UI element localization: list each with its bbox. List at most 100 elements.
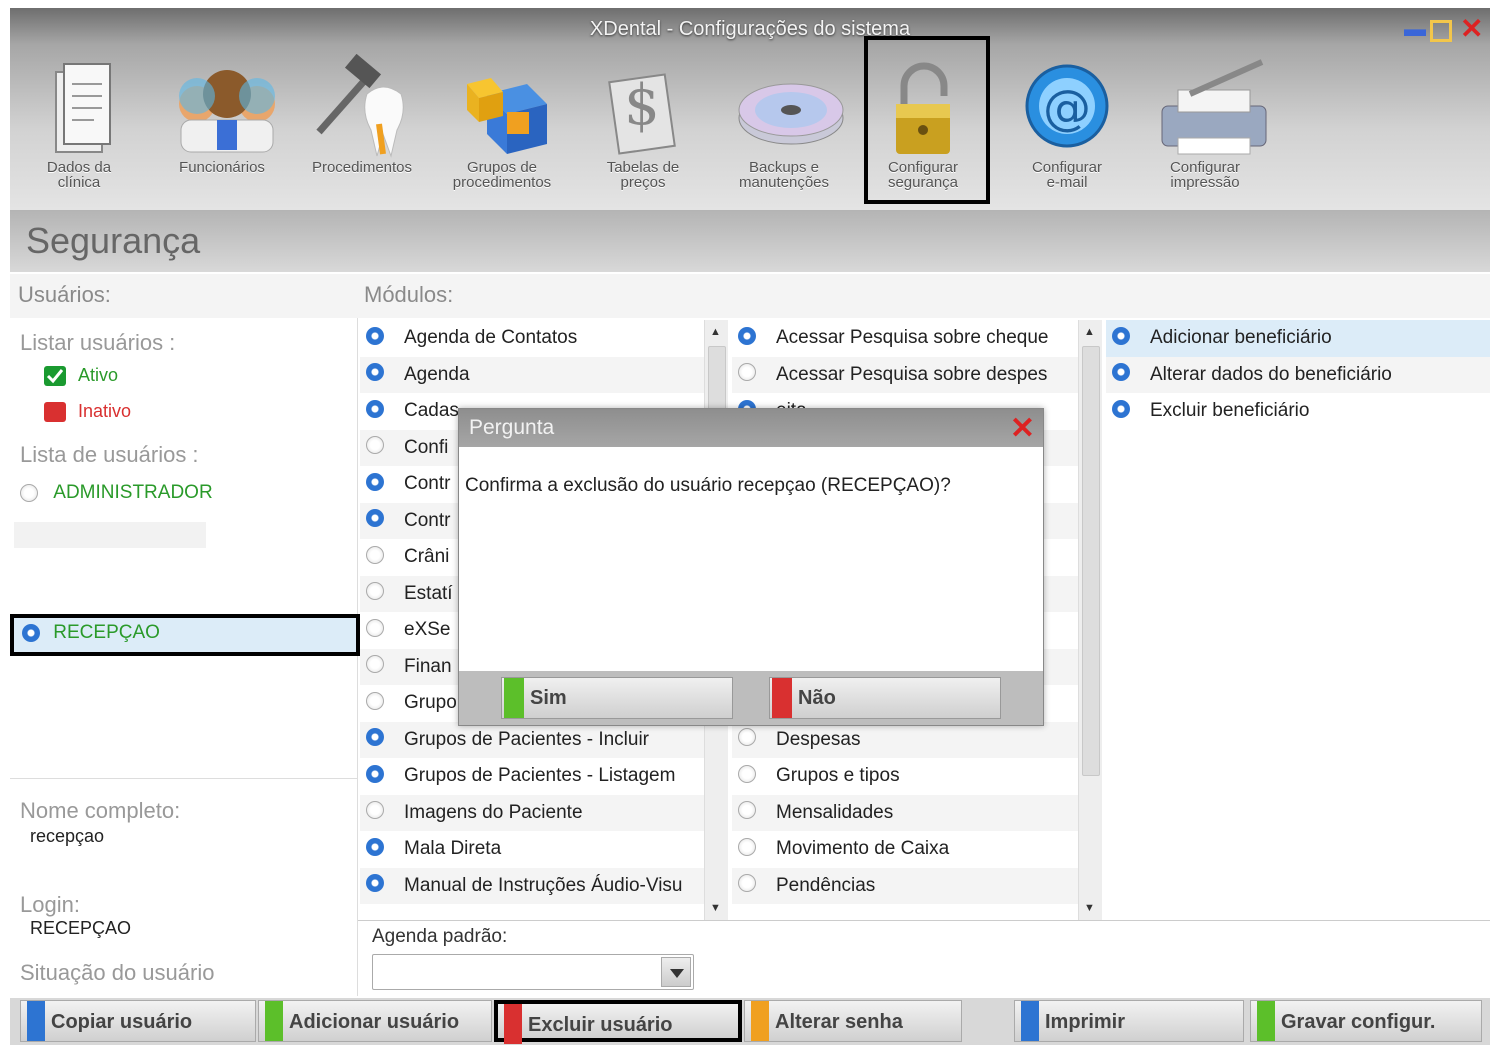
tool-label: Backups e manutenções (738, 159, 830, 191)
module-label: Agenda (404, 363, 470, 385)
agenda-label: Agenda padrão: (372, 926, 508, 947)
module-label: Acessar Pesquisa sobre cheque (776, 327, 1049, 348)
module-row[interactable]: Imagens do Paciente (360, 794, 704, 831)
radio-selected-icon (366, 326, 384, 345)
radio-selected-icon (1112, 399, 1130, 418)
print-button[interactable]: Imprimir (1014, 1000, 1244, 1042)
tool-configurar-email[interactable]: @ Configurar e-mail (1012, 54, 1122, 200)
close-icon[interactable]: ✕ (1010, 411, 1035, 446)
modules-list-3[interactable]: Adicionar beneficiário Alterar dados do b… (1106, 320, 1490, 920)
disc-icon (729, 54, 844, 160)
users-list-label: Lista de usuários : (20, 442, 199, 467)
radio-selected-icon (366, 728, 384, 747)
radio-unselected-icon (366, 691, 384, 710)
tool-tabelas-precos[interactable]: $ Tabelas de preços (588, 54, 698, 200)
user-item-recepcao[interactable]: RECEPÇAO (10, 614, 360, 656)
users-header: Usuários: (10, 274, 356, 318)
module-row[interactable]: Excluir beneficiário (1106, 393, 1490, 430)
list-users-label: Listar usuários : (20, 330, 176, 355)
tool-procedimentos[interactable]: Procedimentos (292, 53, 432, 200)
module-row[interactable]: Alterar dados do beneficiário (1106, 356, 1490, 393)
agenda-select[interactable] (372, 954, 694, 990)
inactive-checkbox[interactable] (44, 402, 66, 422)
radio-selected-icon (1112, 326, 1130, 345)
module-label: Pendências (776, 874, 876, 896)
svg-text:@: @ (1043, 80, 1091, 136)
radio-selected-icon (366, 472, 384, 491)
save-config-button[interactable]: Gravar configur. (1250, 1000, 1482, 1042)
tool-label: Procedimentos (311, 159, 413, 176)
module-label: Alterar dados do beneficiário (1150, 363, 1392, 385)
minimize-button[interactable]: ▬ (1404, 16, 1426, 41)
users-panel: Listar usuários : Ativo Inativo Lista de… (10, 318, 360, 996)
radio-unselected-icon (366, 436, 384, 455)
tool-label: Funcionários (179, 159, 265, 176)
button-label: Imprimir (1045, 1011, 1126, 1033)
cubes-icon (447, 54, 557, 160)
user-name: RECEPÇAO (53, 622, 160, 643)
module-label: Manual de Instruções Áudio-Visu (404, 874, 683, 896)
radio-unselected-icon (738, 801, 756, 820)
tool-funcionarios[interactable]: Funcionários (162, 54, 282, 200)
user-item-administrador[interactable]: ADMINISTRADOR (20, 482, 213, 504)
active-checkbox[interactable] (44, 366, 66, 386)
module-row[interactable]: Manual de Instruções Áudio-Visu (360, 867, 704, 904)
radio-unselected-icon (738, 837, 756, 856)
dialog-footer: Sim Não (459, 671, 1043, 725)
radio-unselected-icon (366, 801, 384, 820)
module-row[interactable]: Grupos de Pacientes - Incluir (360, 721, 704, 758)
module-label: Crâni (404, 546, 450, 567)
module-label: Grupos e tipos (776, 765, 900, 786)
app-window: XDental - Configurações do sistema ▬ ✕ D… (10, 8, 1490, 1045)
tool-grupos-procedimentos[interactable]: Grupos de procedimentos (432, 54, 572, 200)
window-close-button[interactable]: ✕ (1460, 12, 1483, 45)
user-name: ADMINISTRADOR (53, 482, 213, 503)
radio-selected-icon (366, 837, 384, 856)
module-row[interactable]: Grupos de Pacientes - Listagem (360, 758, 704, 795)
module-label: Adicionar beneficiário (1150, 327, 1332, 348)
module-row[interactable]: Adicionar beneficiário (1106, 320, 1490, 357)
module-row[interactable]: Grupos e tipos (732, 758, 1078, 795)
module-row[interactable]: Movimento de Caixa (732, 831, 1078, 868)
chevron-down-icon[interactable] (661, 957, 691, 987)
redacted-user (14, 522, 206, 548)
tool-configurar-impressao[interactable]: Configurar impressão (1140, 54, 1270, 200)
radio-unselected-icon (738, 363, 756, 382)
module-row[interactable]: Mala Direta (360, 831, 704, 868)
divider (358, 920, 1490, 921)
button-label: Gravar configur. (1281, 1011, 1436, 1033)
button-label: Adicionar usuário (289, 1011, 460, 1033)
module-row[interactable]: Acessar Pesquisa sobre cheque (732, 320, 1078, 357)
module-label: Movimento de Caixa (776, 838, 950, 859)
module-row[interactable]: Agenda (360, 356, 704, 393)
copy-user-button[interactable]: Copiar usuário (20, 1000, 256, 1042)
no-button[interactable]: Não (769, 677, 1001, 719)
delete-user-button[interactable]: Excluir usuário (494, 1000, 742, 1044)
change-password-button[interactable]: Alterar senha (744, 1000, 962, 1042)
module-label: Acessar Pesquisa sobre despes (776, 363, 1048, 385)
module-row[interactable]: Agenda de Contatos (360, 320, 704, 357)
module-row[interactable]: Mensalidades (732, 794, 1078, 831)
module-row[interactable]: Acessar Pesquisa sobre despes (732, 356, 1078, 393)
radio-unselected-icon (366, 618, 384, 637)
module-row[interactable]: Despesas (732, 721, 1078, 758)
module-label: Imagens do Paciente (404, 801, 583, 823)
svg-text:$: $ (624, 73, 660, 138)
radio-selected-icon (366, 399, 384, 418)
yes-button[interactable]: Sim (501, 677, 733, 719)
radio-unselected-icon (366, 582, 384, 601)
button-label: Alterar senha (775, 1011, 903, 1033)
module-label: Mensalidades (776, 801, 894, 823)
tool-dados-clinica[interactable]: Dados da clínica (24, 54, 134, 200)
section-title: Segurança (26, 220, 201, 261)
modules-list-2-scrollbar[interactable]: ▲ ▼ (1078, 320, 1102, 920)
maximize-button[interactable] (1430, 20, 1452, 42)
module-row[interactable]: Pendências (732, 867, 1078, 904)
module-label: Confi (404, 436, 449, 458)
people-icon (167, 54, 277, 160)
button-label: Excluir usuário (528, 1014, 673, 1036)
module-label: Contr (404, 509, 451, 531)
tool-backups[interactable]: Backups e manutenções (722, 54, 846, 200)
radio-unselected-icon (738, 728, 756, 747)
add-user-button[interactable]: Adicionar usuário (258, 1000, 492, 1042)
